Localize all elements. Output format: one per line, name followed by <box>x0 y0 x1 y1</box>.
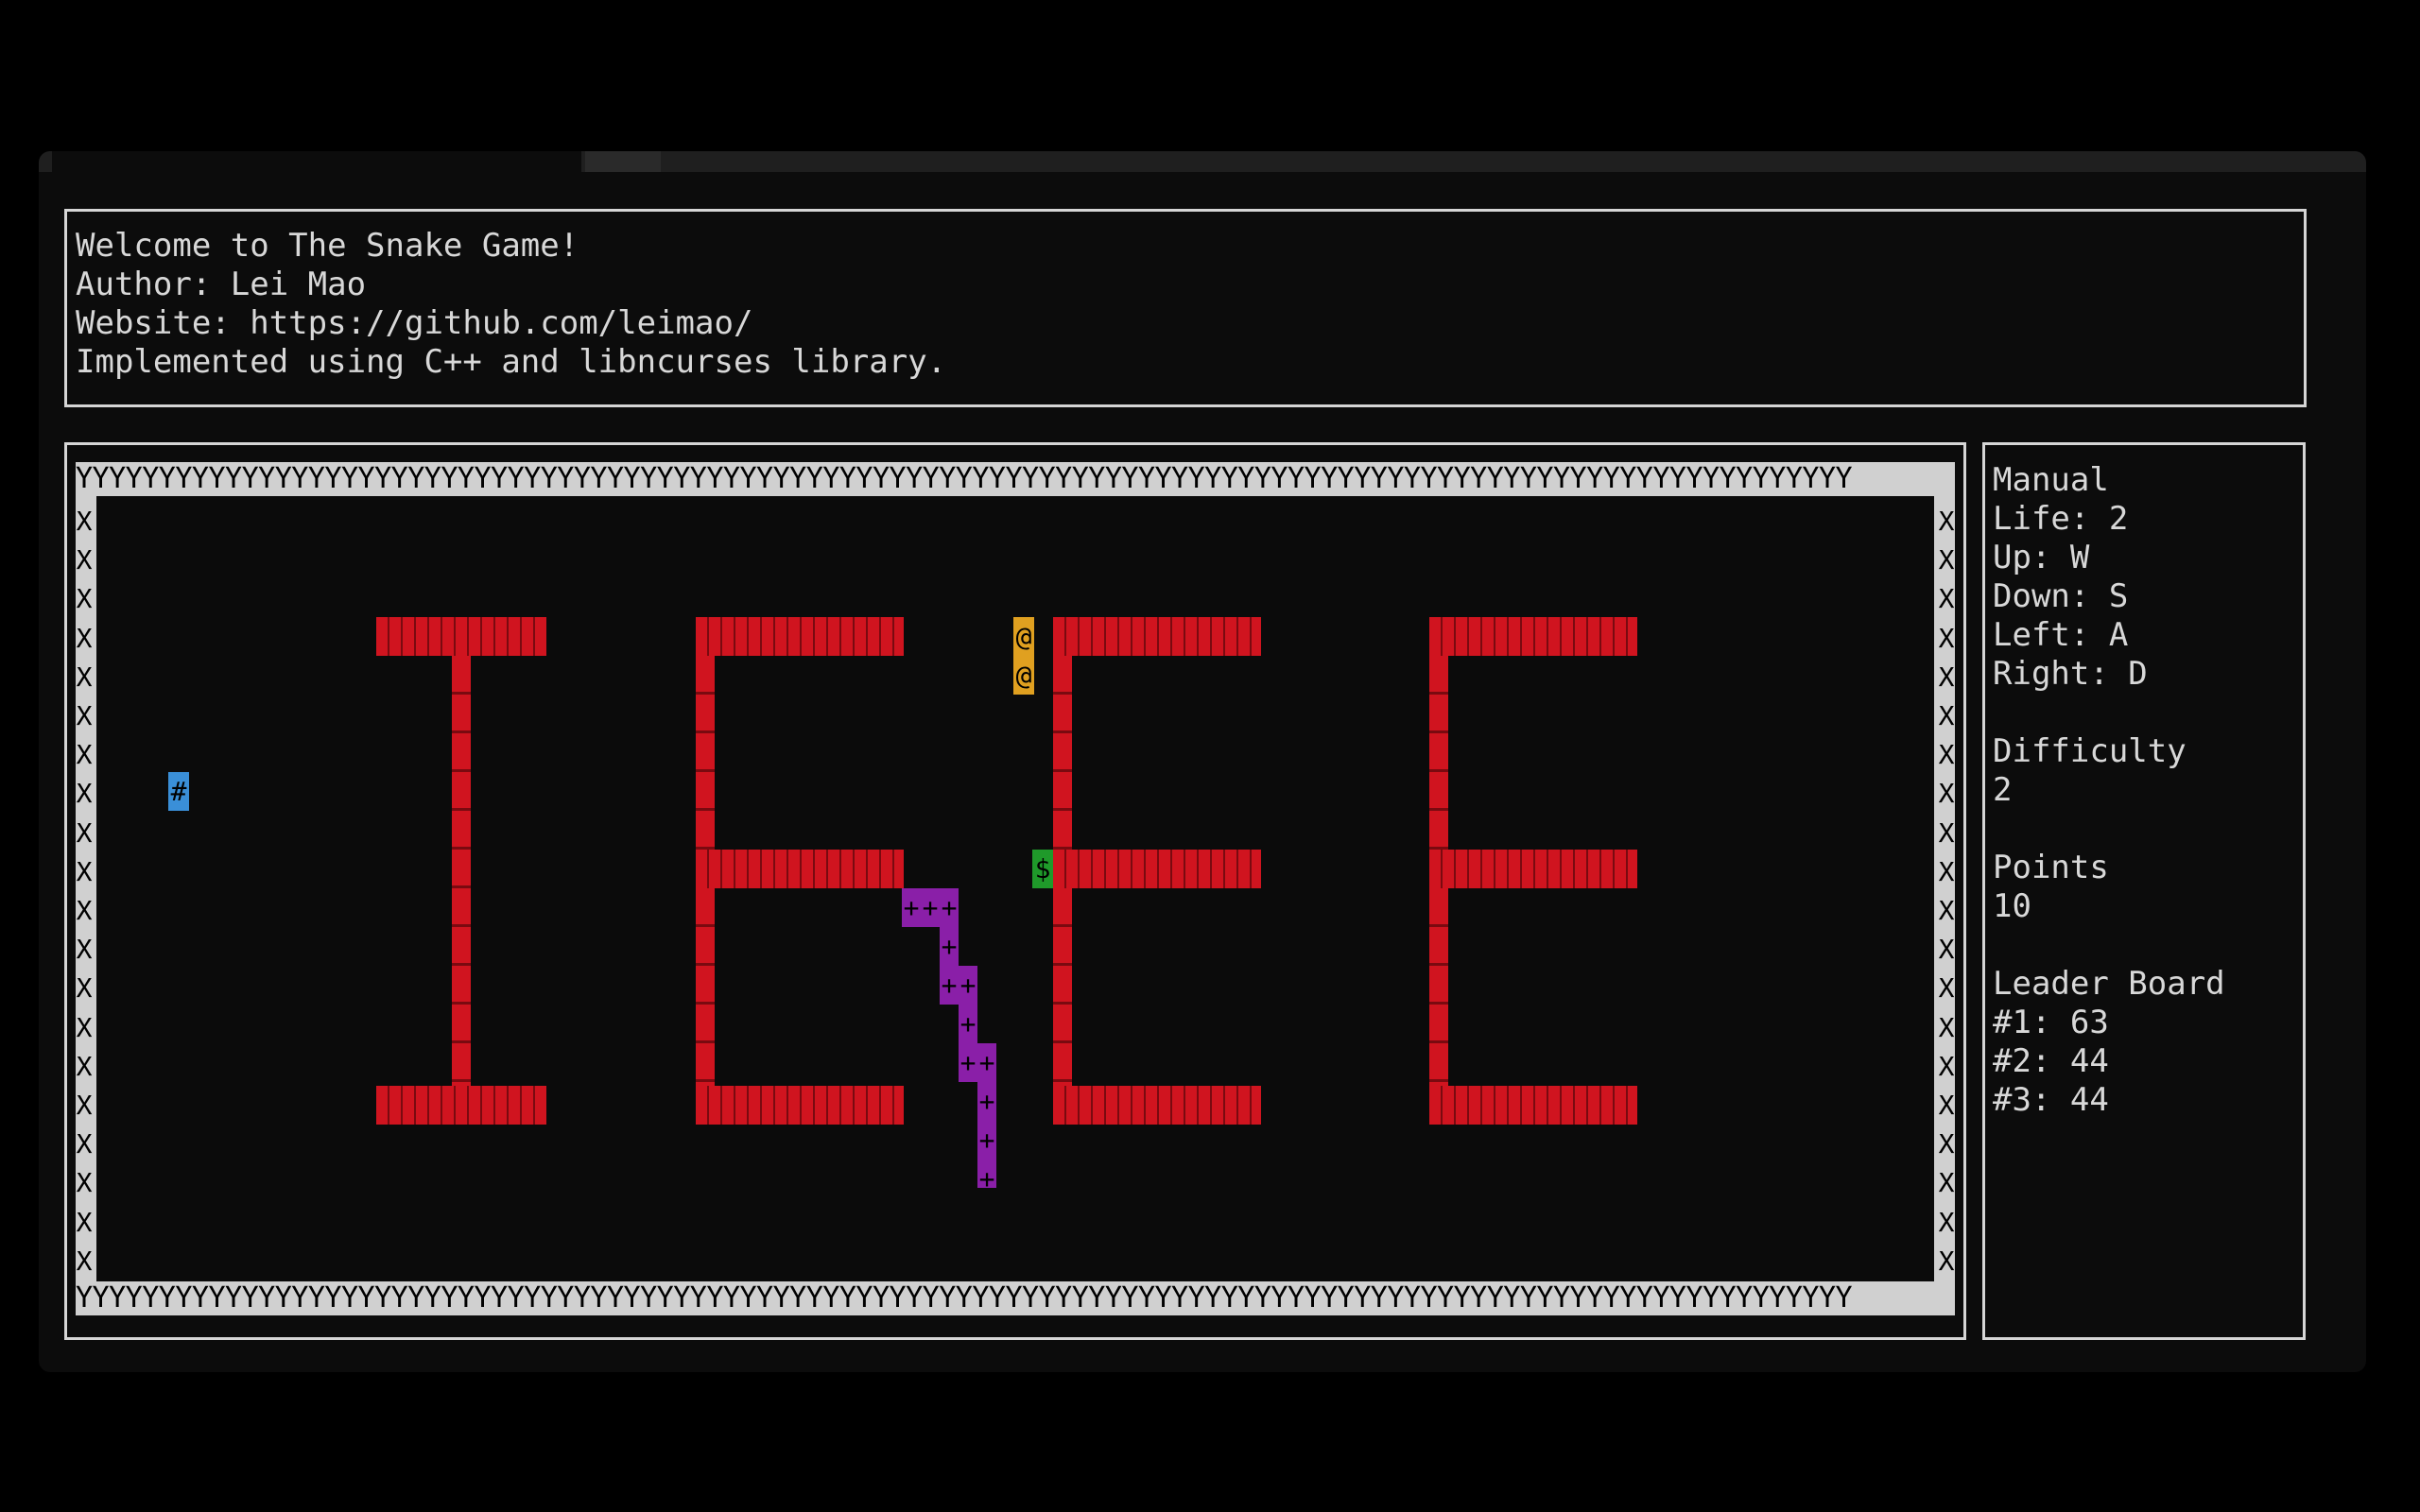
difficulty-value: 2 <box>1993 771 2013 809</box>
snake-body-cell: + <box>921 888 940 927</box>
snake-body-cell: + <box>959 1005 977 1043</box>
snake-body-cell: + <box>940 888 959 927</box>
obstacle-bar <box>1429 1086 1637 1125</box>
obstacle-bar <box>1429 850 1637 888</box>
snake-body-cell: + <box>959 966 977 1005</box>
leaderboard-entry: #1: 63 <box>1993 1004 2109 1041</box>
key-left-label: Left: A <box>1993 616 2129 654</box>
key-down-label: Down: S <box>1993 577 2129 615</box>
leaderboard-entry: #2: 44 <box>1993 1042 2109 1080</box>
snake-body-cell: + <box>940 966 959 1005</box>
snake-body-cell: + <box>902 888 921 927</box>
difficulty-label: Difficulty <box>1993 732 2187 770</box>
points-label: Points <box>1993 849 2109 886</box>
snake-body-cell: + <box>940 927 959 966</box>
snake-body-cell: + <box>977 1043 996 1082</box>
snake-head-cell: @ <box>1013 617 1034 656</box>
snake-head-cell: @ <box>1013 656 1034 695</box>
snake-body-cell: + <box>959 1043 977 1082</box>
obstacle-bar <box>1429 617 1637 656</box>
life-label: Life: 2 <box>1993 500 2129 538</box>
leaderboard-label: Leader Board <box>1993 965 2225 1003</box>
snake-body-cell: + <box>977 1160 996 1194</box>
mode-label: Manual <box>1993 461 2109 499</box>
key-right-label: Right: D <box>1993 655 2148 693</box>
food-item: $ <box>1032 850 1053 888</box>
snake-body-cell: + <box>977 1121 996 1160</box>
snake-body-cell: + <box>977 1082 996 1121</box>
key-up-label: Up: W <box>1993 539 2090 576</box>
points-value: 10 <box>1993 887 2031 925</box>
poison-item: # <box>168 772 189 811</box>
leaderboard-entry: #3: 44 <box>1993 1081 2109 1119</box>
